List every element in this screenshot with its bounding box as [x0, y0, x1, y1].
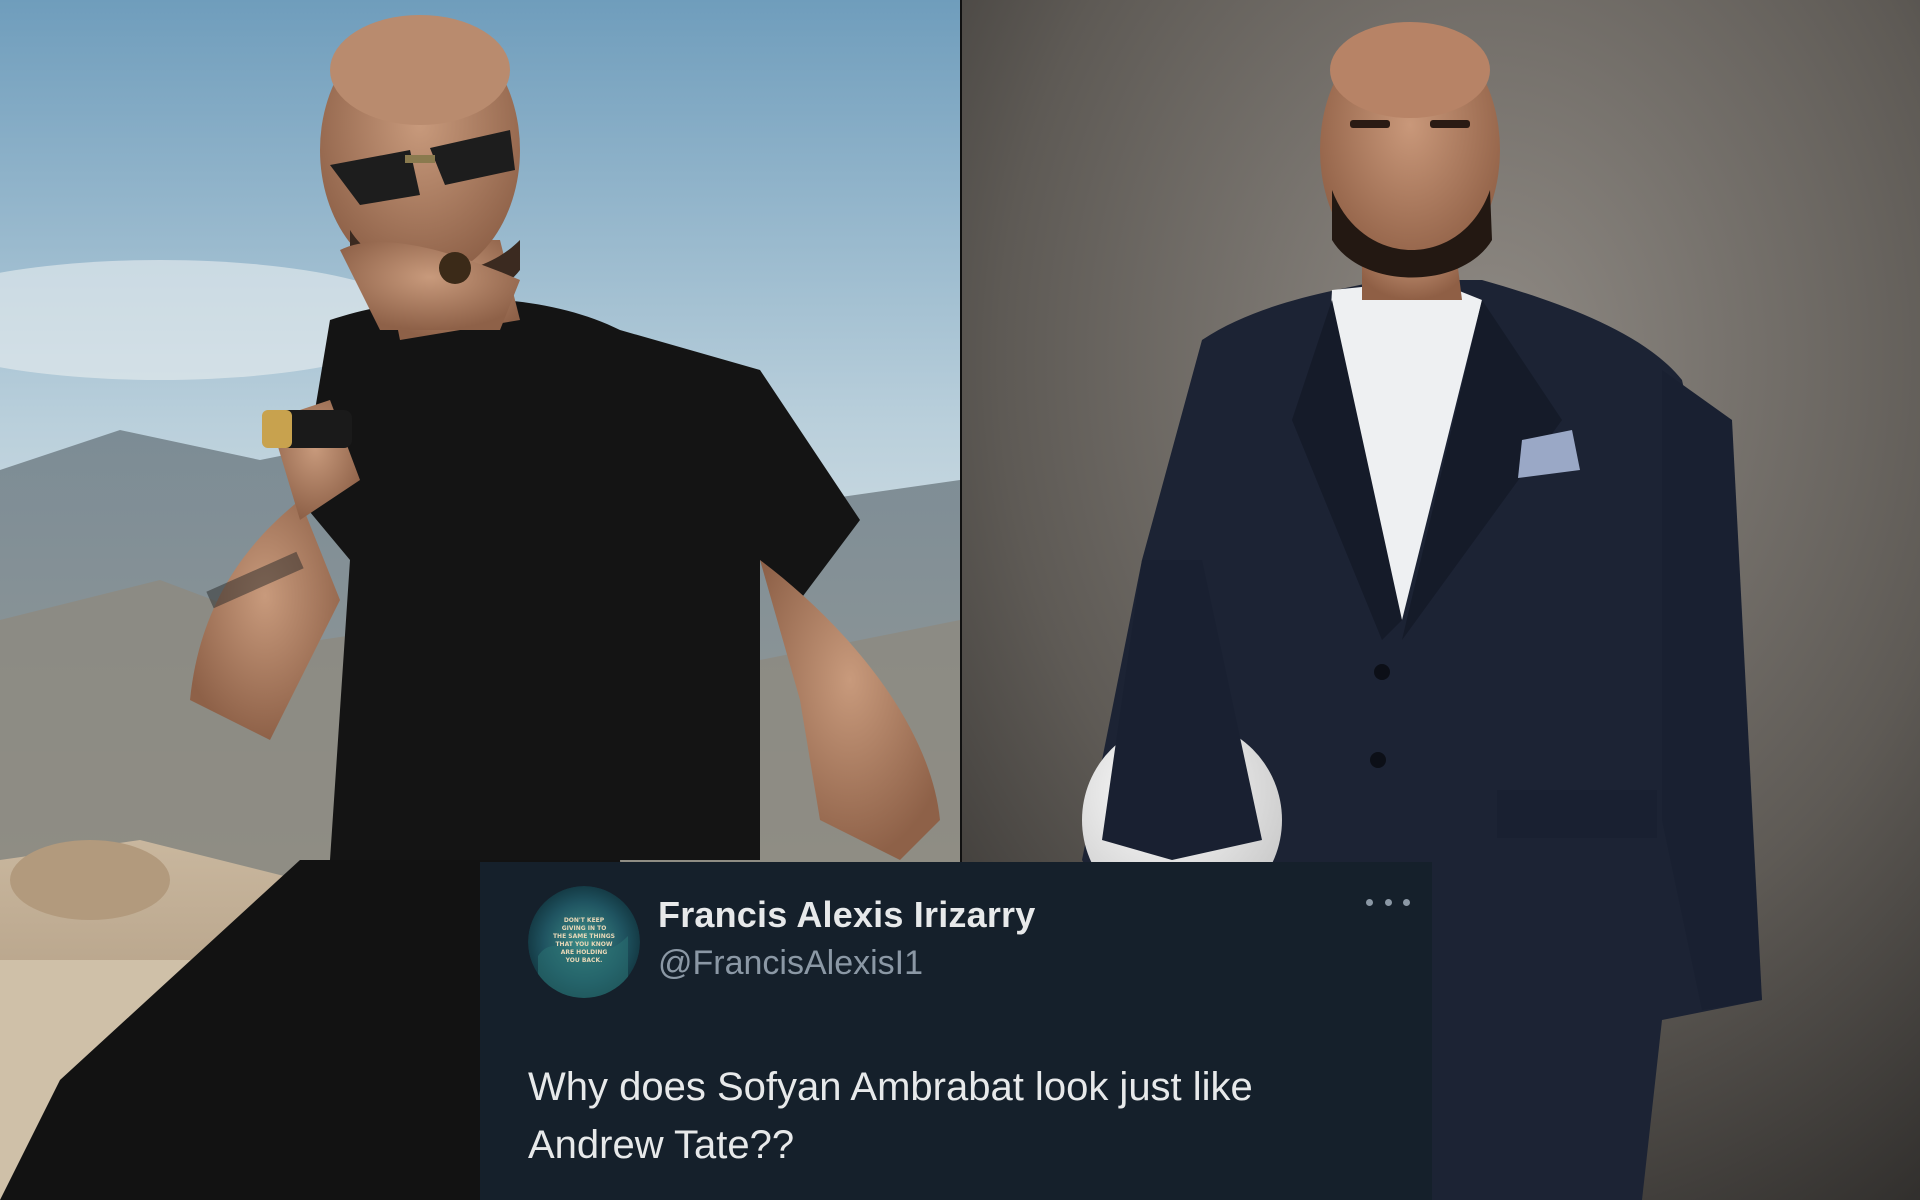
avatar-text-line: GIVING IN TO — [562, 925, 607, 932]
avatar-image: DON'T KEEP GIVING IN TO THE SAME THINGS … — [528, 886, 640, 998]
avatar-text-line: THE SAME THINGS — [553, 933, 615, 940]
tweet-display-name[interactable]: Francis Alexis Irizarry — [658, 894, 1035, 936]
ellipsis-dot — [1366, 898, 1373, 906]
tweet-text: Why does Sofyan Ambrabat look just like … — [528, 1065, 1253, 1167]
avatar[interactable]: DON'T KEEP GIVING IN TO THE SAME THINGS … — [528, 886, 640, 998]
tweet-card[interactable]: DON'T KEEP GIVING IN TO THE SAME THINGS … — [480, 862, 1432, 1200]
avatar-text-line: THAT YOU KNOW — [555, 941, 612, 948]
avatar-text-line: DON'T KEEP — [564, 917, 605, 924]
avatar-text-line: ARE HOLDING — [561, 949, 608, 956]
ellipsis-dot — [1403, 898, 1410, 906]
tweet-handle[interactable]: @FrancisAlexisI1 — [658, 944, 923, 983]
avatar-text-line: YOU BACK. — [565, 957, 603, 964]
collage: DON'T KEEP GIVING IN TO THE SAME THINGS … — [0, 0, 1920, 1200]
ellipsis-dot — [1384, 898, 1392, 906]
ellipsis-icon[interactable] — [1366, 890, 1410, 914]
